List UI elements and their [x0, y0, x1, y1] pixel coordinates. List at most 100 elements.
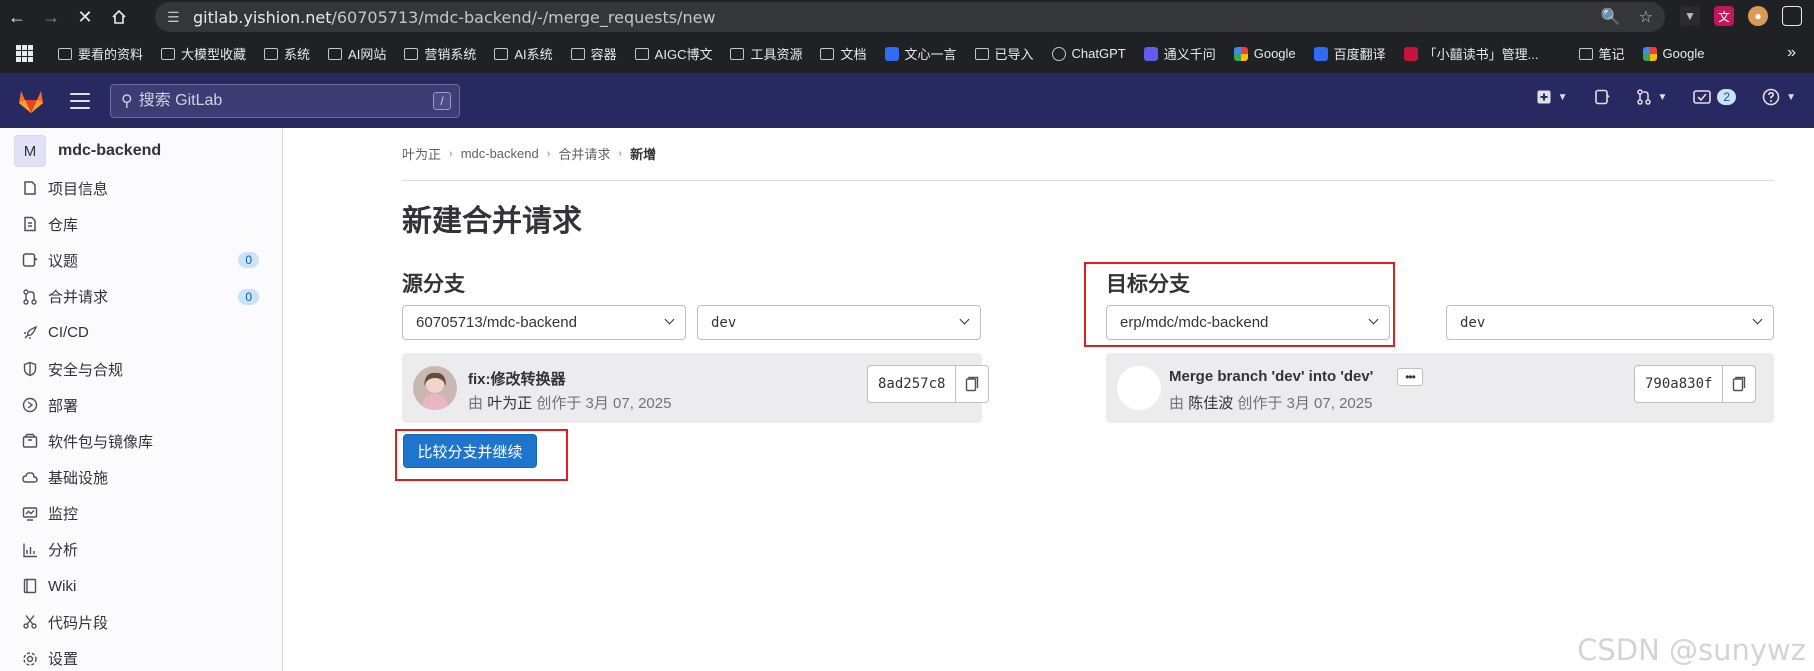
bookmark-star-icon[interactable]: ☆	[1639, 7, 1653, 27]
sidebar-item-merge-requests[interactable]: 合并请求 0	[0, 279, 283, 315]
bookmark-item[interactable]: AIGC博文	[634, 44, 712, 63]
sidebar-item-snippets[interactable]: 代码片段	[0, 604, 283, 640]
expand-commit-message-button[interactable]: •••	[1397, 368, 1423, 386]
todos-button[interactable]: 2	[1693, 89, 1737, 105]
commit-author[interactable]: 叶为正	[487, 395, 532, 412]
bookmark-item[interactable]: 百度翻译	[1313, 44, 1386, 63]
sidebar-item-issues[interactable]: 议题 0	[0, 242, 283, 278]
home-icon[interactable]	[102, 0, 136, 34]
sidebar-item-infrastructure[interactable]: 基础设施	[0, 460, 283, 496]
bookmark-label: 通义千问	[1163, 47, 1216, 62]
more-bookmarks-icon[interactable]: »	[1787, 44, 1796, 62]
commit-sha[interactable]: 790a830f	[1634, 365, 1723, 403]
copy-sha-button[interactable]	[955, 365, 990, 403]
author-avatar[interactable]	[1117, 366, 1161, 410]
issues-shortcut[interactable]	[1594, 89, 1610, 105]
bookmark-item[interactable]: 大模型收藏	[161, 44, 246, 63]
sidebar-item-deployments[interactable]: 部署	[0, 387, 283, 423]
url-path: /60705713/mdc-backend/-/merge_requests/n…	[331, 7, 716, 27]
bookmark-item[interactable]: ChatGPT	[1051, 46, 1126, 61]
bookmark-item[interactable]: AI网站	[328, 44, 386, 63]
merge-requests-count-badge: 0	[238, 288, 259, 305]
target-branch-value: dev	[1460, 314, 1486, 331]
highlight-frame	[1084, 262, 1395, 347]
target-branch-select[interactable]: dev	[1446, 305, 1774, 340]
breadcrumb-current[interactable]: 新增	[630, 144, 656, 163]
stop-loading-icon[interactable]: ✕	[68, 0, 102, 34]
site-settings-icon[interactable]: ☰	[167, 9, 193, 26]
sidebar-item-project-info[interactable]: 项目信息	[0, 170, 283, 206]
copy-icon	[966, 376, 979, 392]
sidebar-item-label: 软件包与镜像库	[48, 433, 154, 451]
breadcrumb-link[interactable]: mdc-backend	[461, 146, 539, 161]
tongyi-icon	[1143, 46, 1158, 61]
commit-title[interactable]: Merge branch 'dev' into 'dev'	[1169, 368, 1373, 385]
bookmark-item[interactable]: 文档	[820, 44, 867, 63]
bookmark-label: AI网站	[348, 47, 387, 62]
help-dropdown[interactable]: ▼	[1762, 88, 1796, 106]
address-bar[interactable]: ☰ gitlab.yishion.net/60705713/mdc-backen…	[155, 2, 1665, 32]
sidebar-item-analytics[interactable]: 分析	[0, 532, 283, 568]
source-project-select[interactable]: 60705713/mdc-backend	[402, 305, 686, 340]
extensions-puzzle-icon[interactable]	[1782, 6, 1802, 26]
bookmark-item[interactable]: Google	[1233, 46, 1296, 61]
breadcrumb-link[interactable]: 叶为正	[402, 144, 441, 163]
apps-grid-icon[interactable]	[16, 44, 34, 63]
by-label: 由	[468, 395, 484, 412]
back-arrow-icon[interactable]: ←	[0, 0, 34, 34]
highlight-frame	[395, 429, 568, 481]
sidebar-item-ci-cd[interactable]: CI/CD	[0, 315, 283, 351]
folder-icon	[634, 47, 649, 60]
bookmark-item[interactable]: 笔记	[1578, 44, 1625, 63]
gitlab-logo-icon[interactable]	[16, 86, 46, 116]
baidu-translate-icon	[1313, 46, 1328, 61]
issues-icon	[22, 252, 38, 268]
chevron-down-icon: ▼	[1786, 91, 1796, 103]
search-input[interactable]	[138, 92, 419, 110]
folder-icon	[494, 47, 509, 60]
bookmark-item[interactable]: 文心一言	[884, 44, 957, 63]
vue-devtools-extension-icon[interactable]: ▼	[1680, 6, 1700, 26]
sidebar-item-security[interactable]: 安全与合规	[0, 351, 283, 387]
commit-title[interactable]: fix:修改转换器	[468, 368, 566, 389]
chevron-right-icon: ›	[449, 147, 453, 160]
project-link[interactable]: M mdc-backend	[14, 135, 161, 167]
bookmark-item[interactable]: 已导入	[974, 44, 1034, 63]
sidebar-item-packages[interactable]: 软件包与镜像库	[0, 423, 283, 459]
sidebar-item-settings[interactable]: 设置	[0, 640, 283, 671]
cookie-extension-icon[interactable]: ●	[1748, 6, 1768, 26]
copy-sha-button[interactable]	[1722, 365, 1757, 403]
bookmark-item[interactable]: AI系统	[494, 44, 553, 63]
commit-date: 创作于 3月 07, 2025	[536, 395, 672, 412]
folder-icon	[264, 47, 279, 60]
bookmark-item[interactable]: 要看的资料	[58, 44, 143, 63]
sidebar-item-wiki[interactable]: Wiki	[0, 568, 283, 604]
bookmark-label: 文档	[840, 47, 867, 62]
commit-author[interactable]: 陈佳波	[1188, 395, 1233, 412]
bookmark-item[interactable]: 容器	[570, 44, 617, 63]
commit-sha[interactable]: 8ad257c8	[867, 365, 956, 403]
translate-extension-icon[interactable]: 文	[1714, 6, 1734, 26]
source-branch-select[interactable]: dev	[697, 305, 981, 340]
merge-requests-dropdown[interactable]: ▼	[1636, 89, 1667, 105]
sidebar-item-monitor[interactable]: 监控	[0, 496, 283, 532]
bookmark-item[interactable]: 系统	[264, 44, 310, 63]
sidebar-item-label: 仓库	[48, 216, 79, 234]
new-item-dropdown[interactable]: ▼	[1536, 89, 1568, 105]
bookmark-item[interactable]: 工具资源	[730, 44, 802, 63]
sidebar-item-repository[interactable]: 仓库	[0, 206, 283, 242]
bookmark-item[interactable]: 营销系统	[404, 44, 476, 63]
forward-arrow-icon[interactable]: →	[34, 0, 68, 34]
search-bar[interactable]: ⚲ /	[110, 84, 460, 118]
bookmark-item[interactable]: 「小囍读书」管理...	[1403, 44, 1539, 63]
zoom-icon[interactable]: 🔍	[1601, 7, 1621, 27]
author-avatar[interactable]	[413, 366, 457, 410]
menu-hamburger-icon[interactable]	[70, 93, 90, 109]
google-icon	[1233, 46, 1248, 61]
bookmark-item[interactable]: Google	[1642, 46, 1704, 61]
cloud-gear-icon	[22, 470, 38, 486]
folder-icon	[1578, 47, 1593, 60]
sidebar-item-label: 合并请求	[48, 289, 109, 307]
bookmark-item[interactable]: 通义千问	[1143, 44, 1216, 63]
breadcrumb-link[interactable]: 合并请求	[558, 144, 610, 163]
